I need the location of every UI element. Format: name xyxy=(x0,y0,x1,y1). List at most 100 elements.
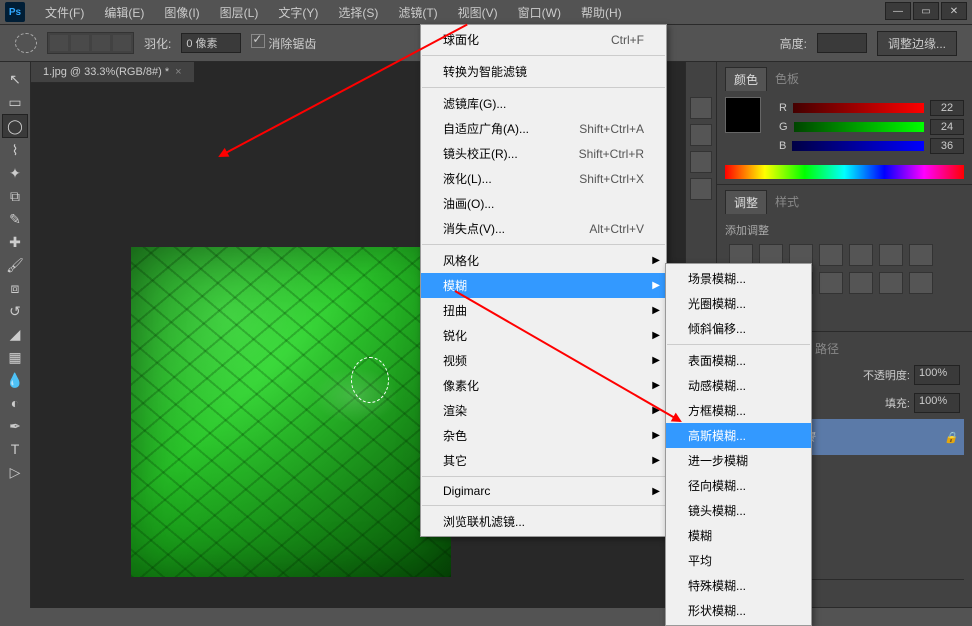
paths-tab[interactable]: 路径 xyxy=(807,337,847,361)
group-icon[interactable] xyxy=(817,584,833,598)
blur-average[interactable]: 平均 xyxy=(666,548,811,573)
adjust-tab[interactable]: 调整 xyxy=(725,190,767,214)
sel-add[interactable] xyxy=(71,35,89,51)
filter-gallery[interactable]: 滤镜库(G)... xyxy=(421,91,666,116)
adj-bw[interactable] xyxy=(909,244,933,266)
close-button[interactable]: ✕ xyxy=(941,2,967,20)
dodge-tool[interactable]: ◐ xyxy=(3,392,27,414)
menu-type[interactable]: 文字(Y) xyxy=(268,1,328,24)
filter-lenscorr[interactable]: 镜头校正(R)...Shift+Ctrl+R xyxy=(421,141,666,166)
blur-iris[interactable]: 光圈模糊... xyxy=(666,291,811,316)
filter-stylize[interactable]: 风格化▶ xyxy=(421,248,666,273)
heal-tool[interactable]: ✚ xyxy=(3,231,27,253)
swatch-tab[interactable]: 色板 xyxy=(767,67,807,91)
blur-box[interactable]: 方框模糊... xyxy=(666,398,811,423)
gradient-tool[interactable]: ▦ xyxy=(3,346,27,368)
pen-tool[interactable]: ✒ xyxy=(3,415,27,437)
menu-select[interactable]: 选择(S) xyxy=(328,1,388,24)
blur-further[interactable]: 进一步模糊 xyxy=(666,448,811,473)
opacity-input[interactable]: 100% xyxy=(914,365,960,385)
stamp-tool[interactable]: ⧈ xyxy=(3,277,27,299)
antialias-check[interactable]: 消除锯齿 xyxy=(251,34,316,52)
color-tab[interactable]: 颜色 xyxy=(725,67,767,91)
filter-oil[interactable]: 油画(O)... xyxy=(421,191,666,216)
character-icon[interactable] xyxy=(690,151,712,173)
adj-vibrance[interactable] xyxy=(849,244,873,266)
filter-distort[interactable]: 扭曲▶ xyxy=(421,298,666,323)
type-tool[interactable]: T xyxy=(3,438,27,460)
b-value[interactable]: 36 xyxy=(930,138,964,154)
filter-liquify[interactable]: 液化(L)...Shift+Ctrl+X xyxy=(421,166,666,191)
paragraph-icon[interactable] xyxy=(690,178,712,200)
adj-thresh[interactable] xyxy=(879,272,903,294)
lasso-tool[interactable]: ⌇ xyxy=(3,139,27,161)
filter-vanish[interactable]: 消失点(V)...Alt+Ctrl+V xyxy=(421,216,666,241)
crop-tool[interactable]: ⧉ xyxy=(3,185,27,207)
eraser-tool[interactable]: ◢ xyxy=(3,323,27,345)
g-value[interactable]: 24 xyxy=(930,119,964,135)
adj-invert[interactable] xyxy=(819,272,843,294)
blur-radial[interactable]: 径向模糊... xyxy=(666,473,811,498)
blur-field[interactable]: 场景模糊... xyxy=(666,266,811,291)
path-tool[interactable]: ▷ xyxy=(3,461,27,483)
menu-file[interactable]: 文件(F) xyxy=(35,1,94,24)
blur-smart[interactable]: 特殊模糊... xyxy=(666,573,811,598)
trash-icon[interactable] xyxy=(861,584,877,598)
filter-smart[interactable]: 转换为智能滤镜 xyxy=(421,59,666,84)
sel-int[interactable] xyxy=(113,35,131,51)
menu-view[interactable]: 视图(V) xyxy=(448,1,508,24)
maximize-button[interactable]: ▭ xyxy=(913,2,939,20)
blur-tilt[interactable]: 倾斜偏移... xyxy=(666,316,811,341)
history-brush-tool[interactable]: ↺ xyxy=(3,300,27,322)
marquee-tool-icon[interactable] xyxy=(15,33,37,53)
minimize-button[interactable]: — xyxy=(885,2,911,20)
feather-input[interactable]: 0 像素 xyxy=(181,33,241,53)
menu-image[interactable]: 图像(I) xyxy=(154,1,209,24)
hue-bar[interactable] xyxy=(725,165,964,179)
eyedropper-tool[interactable]: ✎ xyxy=(3,208,27,230)
menu-window[interactable]: 窗口(W) xyxy=(508,1,571,24)
b-slider[interactable] xyxy=(792,141,924,151)
blur-gaussian[interactable]: 高斯模糊... xyxy=(666,423,811,448)
wand-tool[interactable]: ✦ xyxy=(3,162,27,184)
menu-layer[interactable]: 图层(L) xyxy=(210,1,269,24)
filter-browse[interactable]: 浏览联机滤镜... xyxy=(421,509,666,534)
close-doc-icon[interactable]: × xyxy=(175,66,181,78)
g-slider[interactable] xyxy=(794,122,924,132)
rect-marquee-tool[interactable]: ▭ xyxy=(3,91,27,113)
refine-edge-button[interactable]: 调整边缘... xyxy=(877,31,957,56)
menu-filter[interactable]: 滤镜(T) xyxy=(388,1,447,24)
filter-noise[interactable]: 杂色▶ xyxy=(421,423,666,448)
r-value[interactable]: 22 xyxy=(930,100,964,116)
menu-help[interactable]: 帮助(H) xyxy=(571,1,632,24)
height-input[interactable] xyxy=(817,33,867,53)
adj-exposure[interactable] xyxy=(819,244,843,266)
filter-pixelate[interactable]: 像素化▶ xyxy=(421,373,666,398)
filter-adaptive[interactable]: 自适应广角(A)...Shift+Ctrl+A xyxy=(421,116,666,141)
filter-sharpen[interactable]: 锐化▶ xyxy=(421,323,666,348)
blur-shape[interactable]: 形状模糊... xyxy=(666,598,811,623)
ellipse-marquee-tool[interactable]: ◯ xyxy=(2,114,28,138)
styles-tab[interactable]: 样式 xyxy=(767,190,807,214)
adj-gradmap[interactable] xyxy=(909,272,933,294)
adj-poster[interactable] xyxy=(849,272,873,294)
r-slider[interactable] xyxy=(793,103,924,113)
move-tool[interactable]: ↖ xyxy=(3,68,27,90)
menu-edit[interactable]: 编辑(E) xyxy=(94,1,154,24)
filter-render[interactable]: 渲染▶ xyxy=(421,398,666,423)
foreground-color[interactable] xyxy=(725,97,761,133)
sel-sub[interactable] xyxy=(92,35,110,51)
filter-repeat[interactable]: 球面化Ctrl+F xyxy=(421,27,666,52)
blur-lens[interactable]: 镜头模糊... xyxy=(666,498,811,523)
brush-tool[interactable]: 🖌 xyxy=(3,254,27,276)
fill-input[interactable]: 100% xyxy=(914,393,960,413)
filter-video[interactable]: 视频▶ xyxy=(421,348,666,373)
blur-blur[interactable]: 模糊 xyxy=(666,523,811,548)
blur-motion[interactable]: 动感模糊... xyxy=(666,373,811,398)
filter-other[interactable]: 其它▶ xyxy=(421,448,666,473)
blur-tool[interactable]: 💧 xyxy=(3,369,27,391)
filter-digimarc[interactable]: Digimarc▶ xyxy=(421,480,666,502)
new-layer-icon[interactable] xyxy=(839,584,855,598)
properties-icon[interactable] xyxy=(690,124,712,146)
blur-surface[interactable]: 表面模糊... xyxy=(666,348,811,373)
